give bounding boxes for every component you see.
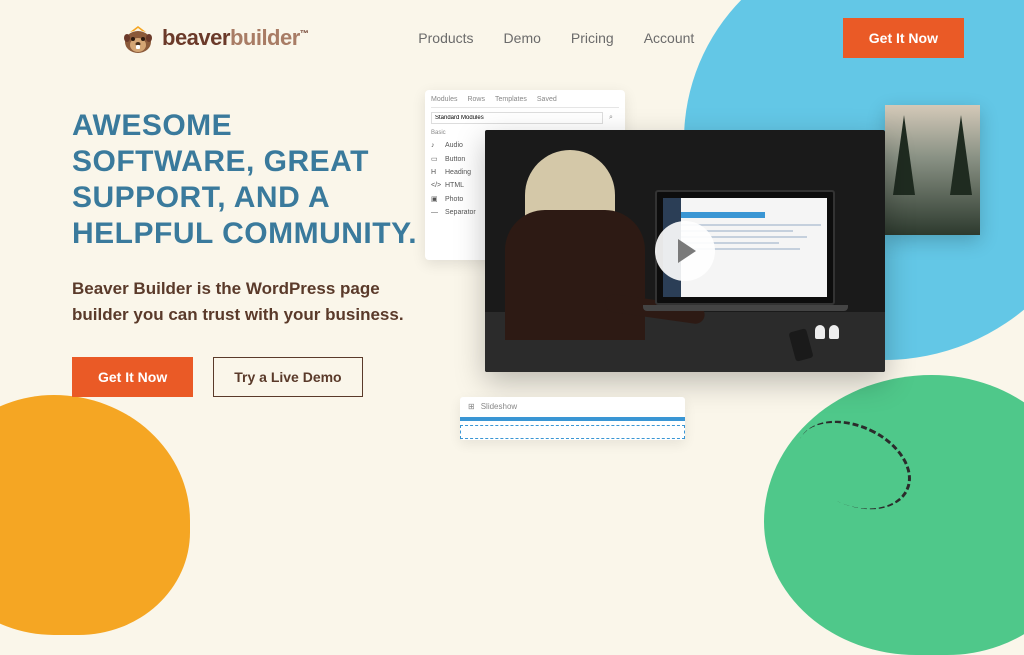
nav-products[interactable]: Products [418, 30, 473, 46]
photo-icon: ▣ [431, 195, 439, 203]
nav-account[interactable]: Account [644, 30, 695, 46]
button-icon: ▭ [431, 155, 439, 163]
decor-blob-orange [0, 395, 190, 635]
beaver-icon [120, 20, 156, 56]
logo-text: beaverbuilder™ [162, 25, 308, 51]
panel-tab: Saved [537, 96, 557, 103]
hero-title: AWESOME SOFTWARE, GREAT SUPPORT, AND A H… [72, 108, 420, 252]
drag-icon: ⊞ [468, 402, 475, 411]
top-nav: beaverbuilder™ Products Demo Pricing Acc… [0, 0, 1024, 58]
nav-demo[interactable]: Demo [504, 30, 541, 46]
panel-tabs: Modules Rows Templates Saved [431, 96, 619, 108]
hero-secondary-cta[interactable]: Try a Live Demo [213, 357, 362, 397]
panel-tab: Templates [495, 96, 527, 103]
play-icon[interactable] [655, 221, 715, 281]
hero-buttons: Get It Now Try a Live Demo [72, 357, 420, 397]
audio-icon: ♪ [431, 142, 439, 149]
separator-icon: — [431, 209, 439, 216]
video-preview[interactable] [485, 130, 885, 372]
logo[interactable]: beaverbuilder™ [120, 20, 308, 56]
panel-tab: Rows [467, 96, 485, 103]
panel-dropdown [431, 112, 603, 124]
search-icon: ⌕ [609, 114, 619, 122]
hero-graphic: Modules Rows Templates Saved ⌕ Basic ♪Au… [425, 90, 985, 470]
photo-preview [885, 105, 980, 235]
heading-icon: H [431, 169, 439, 176]
module-label: Slideshow [481, 402, 517, 411]
hero-section: AWESOME SOFTWARE, GREAT SUPPORT, AND A H… [0, 58, 420, 397]
nav-cta-button[interactable]: Get It Now [843, 18, 964, 58]
html-icon: </> [431, 182, 439, 189]
hero-subtitle: Beaver Builder is the WordPress page bui… [72, 276, 420, 327]
hero-primary-cta[interactable]: Get It Now [72, 357, 193, 397]
nav-links: Products Demo Pricing Account [418, 30, 694, 46]
panel-tab: Modules [431, 96, 457, 103]
nav-pricing[interactable]: Pricing [571, 30, 614, 46]
module-slideshow: ⊞ Slideshow [460, 397, 685, 440]
